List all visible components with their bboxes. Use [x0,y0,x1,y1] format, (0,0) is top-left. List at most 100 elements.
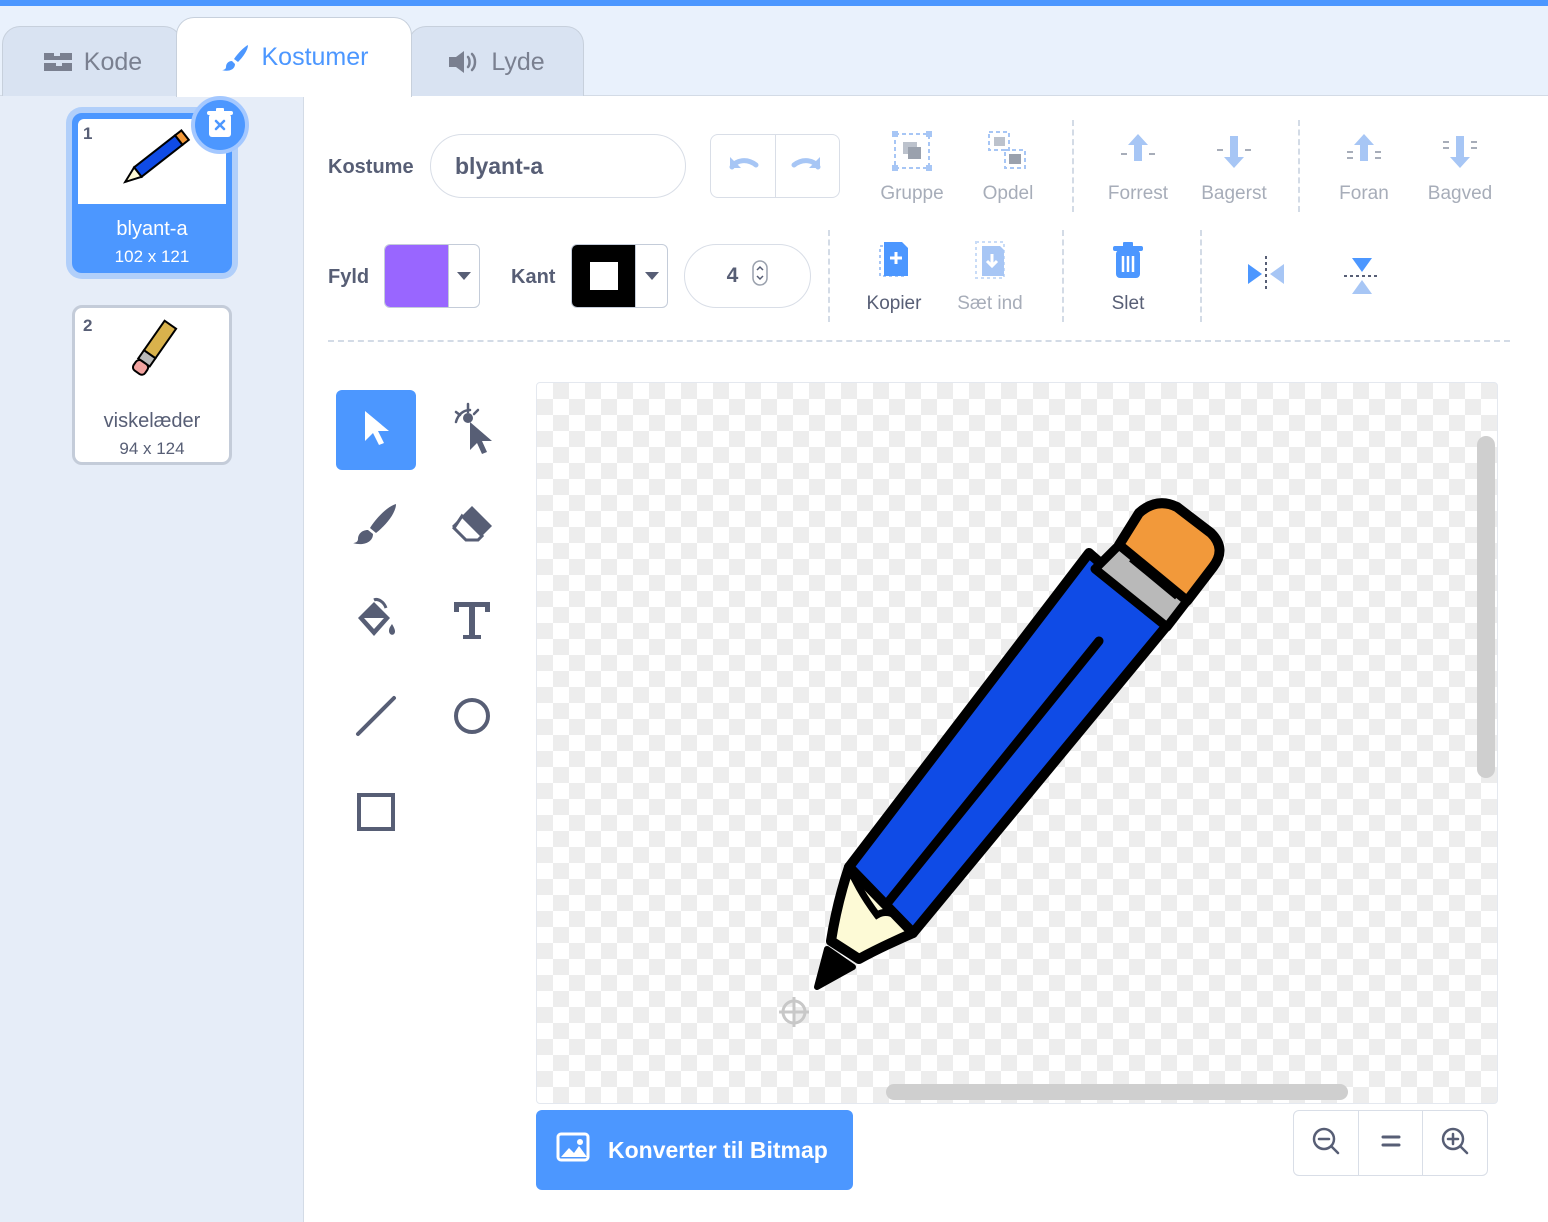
forward-button[interactable]: Foran [1316,130,1412,205]
ungroup-button[interactable]: Opdel [960,130,1056,205]
undo-button[interactable] [711,135,775,197]
undo-icon [726,153,760,180]
outline-dropdown[interactable] [635,245,667,307]
copy-icon [874,240,914,287]
outline-swatch-inner [587,260,620,292]
text-tool[interactable] [432,582,512,662]
group-label: Gruppe [880,183,944,204]
fill-swatch[interactable] [385,245,448,307]
caret-down-icon [456,267,471,285]
zoom-out-icon [1311,1126,1341,1161]
backward-button[interactable]: Bagved [1412,130,1508,205]
forward-icon [1343,130,1385,177]
equals-icon [1381,1134,1401,1153]
costume-item-2[interactable]: 2 viskelæder 94 x 124 [72,305,232,465]
redo-button[interactable] [774,135,840,197]
paste-button[interactable]: Sæt ind [942,240,1038,315]
pencil-drawing [779,498,1225,1027]
zoom-reset-button[interactable] [1357,1111,1423,1175]
group-icon [891,130,933,177]
bring-to-front-button[interactable]: Forrest [1090,130,1186,205]
toolbar-divider [828,230,830,322]
delete-button[interactable]: Slet [1080,240,1176,315]
reshape-cursor-icon [448,400,496,461]
bitmap-image-icon [556,1132,590,1168]
circle-tool[interactable] [432,678,512,758]
line-icon [354,694,398,743]
convert-label: Konverter til Bitmap [608,1136,828,1163]
ungroup-icon [987,130,1029,177]
costume-label: Kostume [328,156,414,178]
rectangle-tool[interactable] [336,774,416,854]
trash-icon [205,107,235,144]
brush-tool[interactable] [336,486,416,566]
toolbar-divider [1072,120,1074,212]
flip-horizontal-button[interactable] [1218,254,1314,299]
costume-number: 2 [83,316,93,335]
toolbar-divider [1062,230,1064,322]
tab-sounds[interactable]: Lyde [408,26,584,97]
costume-name: blyant-a [116,218,188,240]
rectangle-icon [354,790,398,839]
send-to-back-button[interactable]: Bagerst [1186,130,1282,205]
toolbar-divider [1298,120,1300,212]
trash-icon [1108,240,1148,287]
costume-thumbnail [78,311,226,396]
paste-icon [970,240,1010,287]
front-label: Forrest [1107,183,1169,204]
line-tool[interactable] [336,678,416,758]
paste-label: Sæt ind [957,293,1023,314]
flip-horizontal-icon [1244,254,1288,299]
delete-label: Slet [1111,293,1145,314]
back-arrow-icon [1213,130,1255,177]
reshape-tool[interactable] [432,390,512,470]
fill-color-picker[interactable] [384,244,480,308]
paint-bucket-icon [352,596,400,649]
flip-vertical-button[interactable] [1314,254,1410,303]
outline-label: Kant [511,266,556,288]
zoom-in-button[interactable] [1422,1111,1487,1175]
group-button[interactable]: Gruppe [864,130,960,205]
convert-to-bitmap-button[interactable]: Konverter til Bitmap [536,1110,853,1190]
speaker-icon [447,49,481,75]
tab-costumes[interactable]: Kostumer [176,17,412,97]
text-t-icon [450,598,494,647]
eraser-icon [448,500,496,553]
stepper-icon[interactable] [752,260,769,292]
back-label: Bagerst [1201,183,1267,204]
arrow-cursor-icon [359,408,393,453]
paintbrush-icon [220,42,252,74]
tab-code[interactable]: Kode [2,26,182,97]
vertical-scrollbar[interactable] [1477,436,1495,778]
costume-size: 102 x 121 [114,247,190,266]
editor-tabs: Kode Kostumer Lyde [0,6,1548,97]
front-arrow-icon [1117,130,1159,177]
fill-label: Fyld [328,266,370,288]
costume-name: viskelæder [103,410,201,432]
outline-width-input[interactable]: 4 [684,244,811,308]
outline-width-value: 4 [726,264,739,287]
zoom-out-button[interactable] [1294,1111,1358,1175]
copy-button[interactable]: Kopier [846,240,942,315]
tab-costumes-label: Kostumer [261,43,369,71]
code-blocks-icon [42,50,74,74]
forward-label: Foran [1339,183,1389,204]
costume-name-input[interactable]: blyant-a [430,134,686,198]
delete-costume-button[interactable] [191,96,249,154]
toolbar-divider [1200,230,1202,322]
flip-vertical-icon [1342,254,1382,303]
paint-canvas[interactable] [536,382,1498,1104]
fill-dropdown[interactable] [447,245,479,307]
backward-icon [1439,130,1481,177]
outline-swatch[interactable] [572,245,636,307]
ungroup-label: Opdel [982,183,1034,204]
fill-tool[interactable] [336,582,416,662]
toolbar-separator [328,340,1510,342]
outline-color-picker[interactable] [571,244,668,308]
select-tool[interactable] [336,390,416,470]
brush-icon [352,500,400,553]
zoom-controls [1293,1110,1488,1176]
horizontal-scrollbar[interactable] [886,1084,1348,1100]
eraser-tool[interactable] [432,486,512,566]
undo-redo-group [710,134,840,198]
